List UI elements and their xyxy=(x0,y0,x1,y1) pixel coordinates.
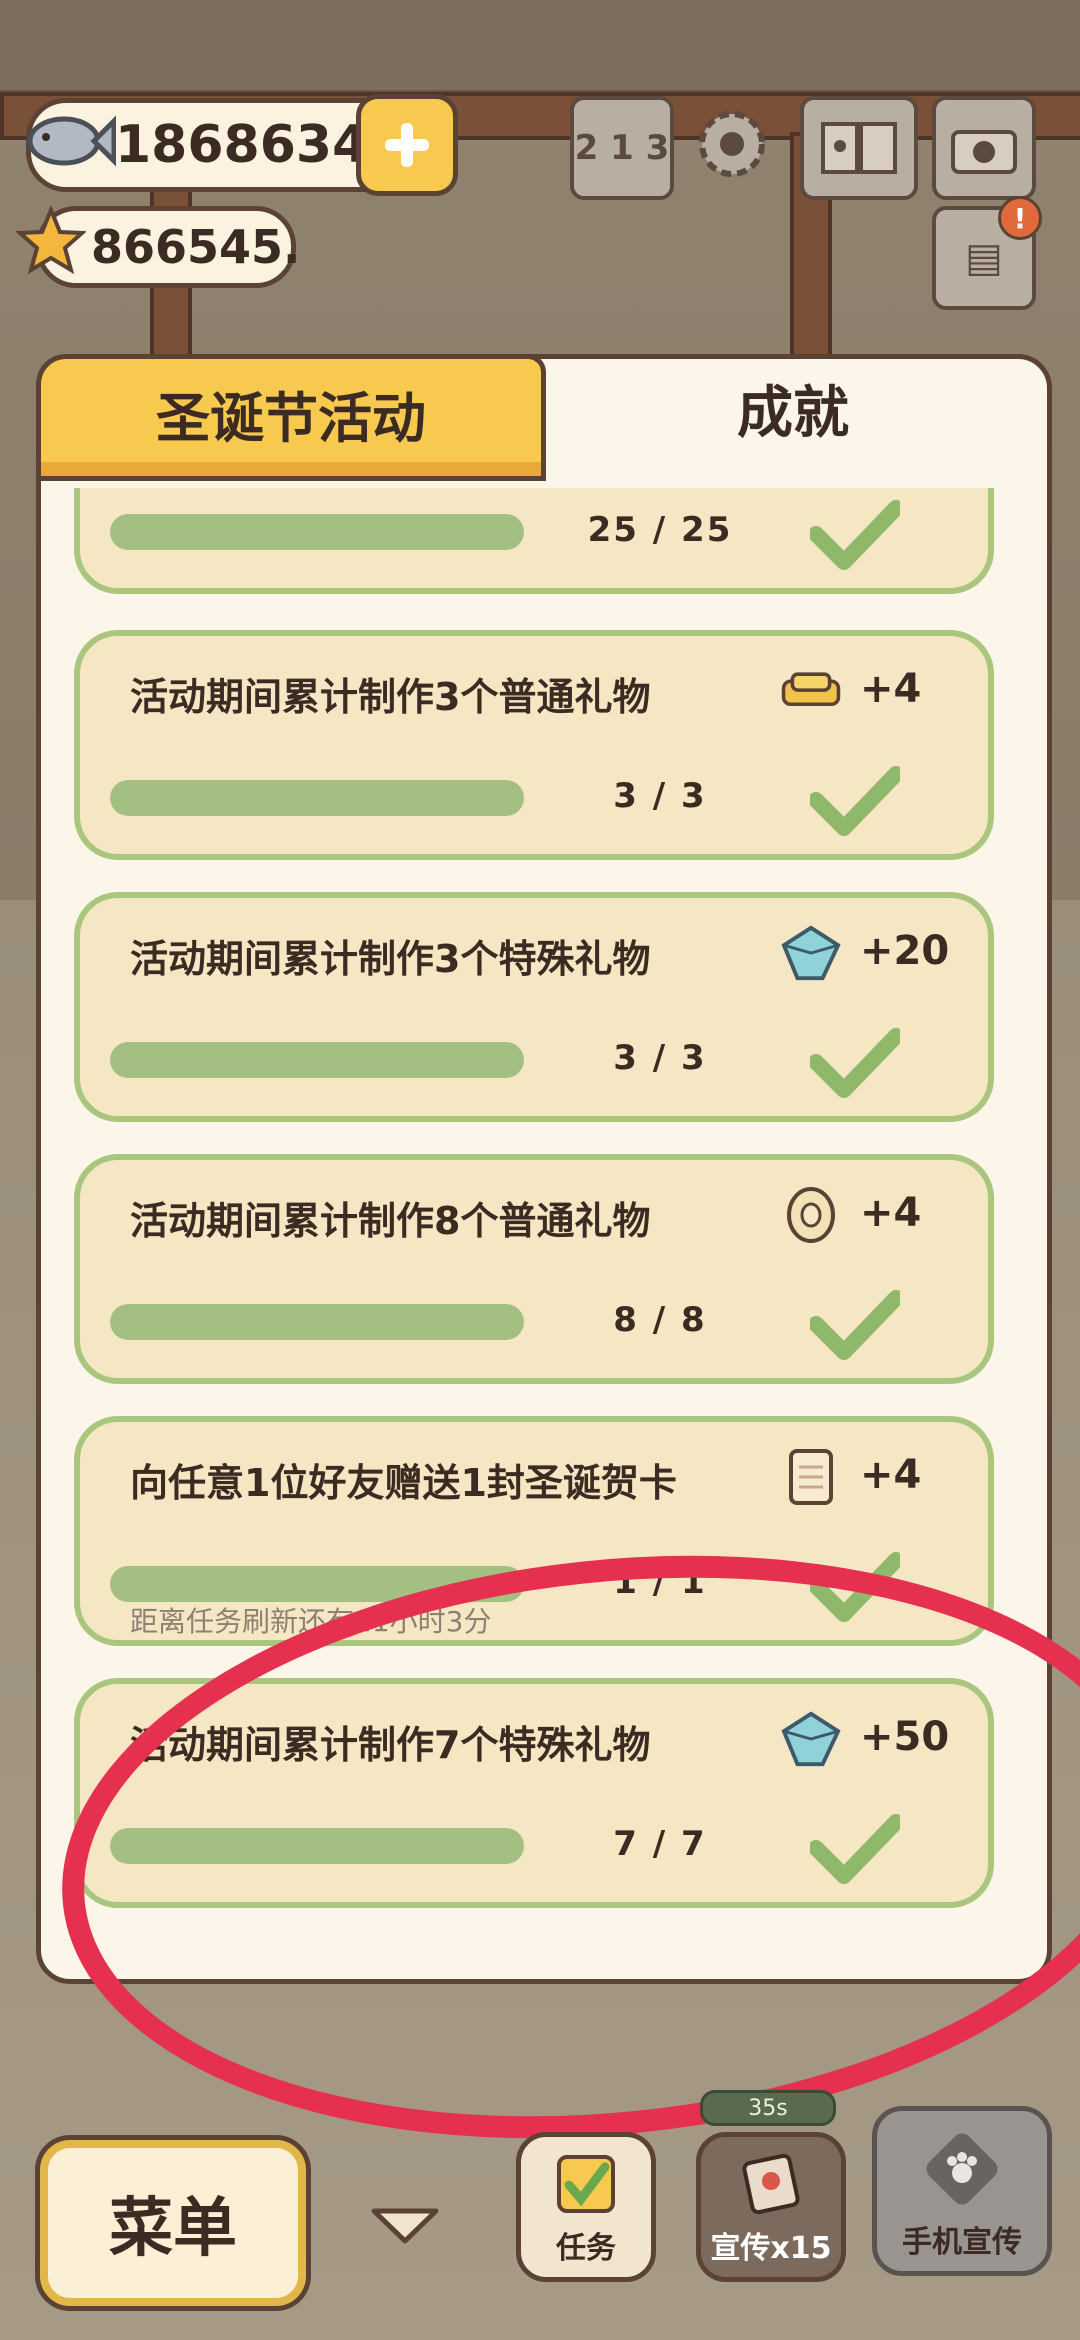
tab-achievements[interactable]: 成就 xyxy=(544,354,1042,462)
achievement-title: 活动期间累计制作3个特殊礼物 xyxy=(130,937,651,981)
paw-icon xyxy=(926,2133,998,2205)
tab-christmas-event[interactable]: 圣诞节活动 xyxy=(36,354,546,481)
achievement-title: 活动期间累计制作7个特殊礼物 xyxy=(130,1723,651,1767)
reward-amount: +4 xyxy=(860,666,922,712)
progress-bar xyxy=(110,1042,524,1078)
progress-text: 3 / 3 xyxy=(613,1038,707,1078)
achievement-card: 25 / 25 xyxy=(74,488,994,594)
phone-promo-label: 手机宣传 xyxy=(902,2225,1022,2260)
check-icon xyxy=(810,500,900,570)
tab-achievements-label: 成就 xyxy=(737,380,849,446)
task-button[interactable]: 任务 xyxy=(516,2132,656,2282)
phone-promo-button[interactable]: 手机宣传 xyxy=(872,2106,1052,2276)
fish-icon xyxy=(18,96,118,186)
camera-icon xyxy=(951,130,1017,174)
progress-text: 1 / 1 xyxy=(613,1562,707,1602)
progress-bar xyxy=(110,1566,524,1602)
book-button[interactable] xyxy=(800,96,918,200)
task-label: 任务 xyxy=(556,2231,616,2266)
progress-bar xyxy=(110,1828,524,1864)
progress-bar xyxy=(110,514,524,550)
leaderboard-button[interactable]: 2 1 3 xyxy=(570,96,674,200)
tab-christmas-event-label: 圣诞节活动 xyxy=(156,386,426,450)
star-icon xyxy=(14,204,88,278)
achievement-card: 活动期间累计制作3个普通礼物 +4 3 / 3 xyxy=(74,630,994,860)
menu-button[interactable]: 菜单 xyxy=(40,2140,306,2306)
progress-bar xyxy=(110,1304,524,1340)
settings-button[interactable] xyxy=(684,96,780,192)
task-icon xyxy=(557,2155,615,2213)
achievement-title: 活动期间累计制作3个普通礼物 xyxy=(130,675,651,719)
diamond-icon xyxy=(780,925,842,981)
progress-bar xyxy=(110,780,524,816)
reward-amount: +20 xyxy=(860,928,950,974)
poster-icon xyxy=(742,2153,800,2215)
gear-icon xyxy=(699,111,765,177)
top-hud: 18686341 866545. 2 1 3 ▤ ! xyxy=(0,0,1080,340)
check-icon xyxy=(810,1290,900,1360)
menu-label: 菜单 xyxy=(109,2192,237,2266)
check-icon xyxy=(810,1814,900,1884)
progress-text: 3 / 3 xyxy=(613,776,707,816)
achievement-card: 活动期间累计制作3个特殊礼物 +20 3 / 3 xyxy=(74,892,994,1122)
reward-amount: +4 xyxy=(860,1190,922,1236)
promo-timer: 35s xyxy=(700,2090,836,2126)
progress-text: 8 / 8 xyxy=(613,1300,707,1340)
check-icon xyxy=(810,766,900,836)
plus-icon xyxy=(385,123,429,167)
leaderboard-icon: 2 1 3 xyxy=(574,128,670,168)
achievement-list[interactable]: 25 / 25 活动期间累计制作3个普通礼物 +4 3 / 3 活动期间累计制作… xyxy=(74,488,1004,1948)
sofa-icon xyxy=(780,666,842,716)
alert-badge-icon: ! xyxy=(998,196,1042,240)
progress-text: 7 / 7 xyxy=(613,1824,707,1864)
achievement-card: 活动期间累计制作8个普通礼物 +4 8 / 8 xyxy=(74,1154,994,1384)
promo-timer-text: 35s xyxy=(748,2095,788,2121)
check-icon xyxy=(810,1028,900,1098)
promo-button[interactable]: 宣传x15 xyxy=(696,2132,846,2282)
chevron-down-icon[interactable] xyxy=(370,2205,440,2245)
notice-button[interactable]: ▤ ! xyxy=(932,196,1042,310)
refresh-timer-note: 距离任务刷新还有21小时3分 xyxy=(130,1605,492,1638)
reward-amount: +50 xyxy=(860,1714,950,1760)
achievement-title: 向任意1位好友赠送1封圣诞贺卡 xyxy=(130,1461,677,1505)
achievement-title: 活动期间累计制作8个普通礼物 xyxy=(130,1199,651,1243)
card-icon xyxy=(780,1449,842,1505)
book-icon xyxy=(821,122,897,174)
reward-amount: +4 xyxy=(860,1452,922,1498)
achievement-card: 活动期间累计制作7个特殊礼物 +50 7 / 7 xyxy=(74,1678,994,1908)
progress-text: 25 / 25 xyxy=(587,510,733,550)
achievement-card: 向任意1位好友赠送1封圣诞贺卡 +4 1 / 1 距离任务刷新还有21小时3分 xyxy=(74,1416,994,1646)
tape-icon xyxy=(780,1187,842,1243)
promo-label: 宣传x15 xyxy=(710,2231,832,2266)
check-icon xyxy=(810,1552,900,1622)
notice-icon: ▤ xyxy=(965,235,1003,281)
bottom-bar: 菜单 任务 35s 宣传x15 手机宣传 xyxy=(0,2040,1080,2340)
camera-button[interactable] xyxy=(932,96,1036,200)
add-fish-button[interactable] xyxy=(356,94,458,196)
diamond-icon xyxy=(780,1711,842,1767)
